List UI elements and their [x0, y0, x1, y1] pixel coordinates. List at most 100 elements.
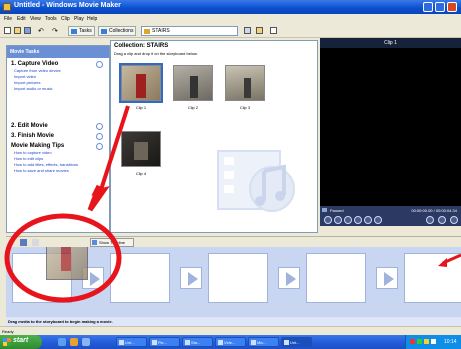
new-project-icon[interactable] — [4, 27, 11, 34]
close-button[interactable] — [447, 2, 457, 12]
clip-label: Clip 1 — [135, 105, 147, 110]
task-icon — [251, 340, 256, 345]
expand-icon[interactable] — [96, 123, 103, 130]
system-tray: 10:14 — [405, 335, 461, 349]
transition-arrow-icon — [384, 272, 394, 286]
menu-tools[interactable]: Tools — [45, 16, 57, 22]
storyboard-slot[interactable] — [404, 253, 461, 303]
windows-taskbar: start Unt... Pic... Sta... Vide... Mic..… — [0, 335, 461, 349]
clock: 10:14 — [444, 339, 457, 345]
finish-movie-section[interactable]: 3. Finish Movie — [7, 130, 109, 140]
set-audio-levels-icon[interactable] — [20, 239, 27, 246]
up-folder-icon[interactable] — [244, 27, 251, 34]
menu-clip[interactable]: Clip — [61, 16, 70, 22]
tasks-button[interactable]: Tasks — [68, 26, 95, 36]
tray-icon[interactable] — [410, 339, 415, 344]
storyboard-slot[interactable] — [306, 253, 366, 303]
finish-movie-title: 3. Finish Movie — [11, 133, 55, 139]
playback-controls — [320, 214, 461, 226]
previous-frame-icon[interactable] — [344, 216, 352, 224]
volume-icon[interactable] — [431, 339, 436, 344]
clip-thumbnail — [225, 65, 265, 101]
movie-maker-icon — [3, 3, 11, 11]
transition-slot[interactable] — [278, 267, 300, 289]
film-reel-watermark-icon — [217, 150, 295, 212]
split-clip-icon[interactable] — [426, 216, 434, 224]
clip-thumbnail — [121, 131, 161, 167]
transition-arrow-icon — [90, 272, 100, 286]
folder-icon — [144, 29, 150, 34]
undo-icon[interactable]: ↶ — [38, 27, 45, 35]
show-timeline-button[interactable]: Show Timeline — [90, 238, 134, 247]
capture-video-links: Capture from video device Import video I… — [7, 68, 109, 92]
taskbar-task[interactable]: Sta... — [182, 337, 213, 347]
clip-item[interactable]: Clip 2 — [173, 65, 213, 110]
save-project-icon[interactable] — [24, 27, 31, 34]
take-picture-icon[interactable] — [438, 216, 446, 224]
taskbar-task[interactable]: Unt... — [116, 337, 147, 347]
transition-slot[interactable] — [376, 267, 398, 289]
new-folder-icon[interactable] — [256, 27, 263, 34]
quick-launch-icon[interactable] — [58, 338, 66, 346]
taskbar-task-label: Unt... — [290, 340, 300, 345]
taskbar-task[interactable]: Pic... — [149, 337, 180, 347]
task-icon — [284, 340, 289, 345]
movie-tips-links: How to capture video How to edit clips H… — [7, 150, 109, 174]
clip-item[interactable]: Clip 1 — [119, 63, 163, 110]
task-link[interactable]: How to save and share movies — [7, 168, 109, 174]
status-bar: Ready — [0, 326, 461, 335]
storyboard[interactable] — [6, 247, 461, 317]
tasks-icon — [71, 29, 77, 34]
minimize-button[interactable] — [423, 2, 433, 12]
quick-launch-icon[interactable] — [70, 338, 78, 346]
menu-file[interactable]: File — [4, 16, 12, 22]
playback-time: 00:00:00.00 / 00:00:04.34 — [411, 208, 457, 213]
clip-thumbnail — [119, 63, 163, 103]
quick-launch-icon[interactable] — [82, 338, 90, 346]
menu-help[interactable]: Help — [87, 16, 97, 22]
storyboard-slot[interactable] — [208, 253, 268, 303]
movie-tips-section[interactable]: Movie Making Tips — [7, 140, 109, 150]
tasks-button-label: Tasks — [79, 28, 92, 34]
collapse-icon[interactable] — [96, 61, 103, 68]
collection-dropdown-value: STAIRS — [152, 28, 170, 34]
start-button[interactable]: start — [0, 335, 42, 349]
menu-view[interactable]: View — [30, 16, 41, 22]
clip-item[interactable]: Clip 3 — [225, 65, 265, 110]
capture-video-section[interactable]: 1. Capture Video — [7, 58, 109, 68]
taskbar-task-active[interactable]: Unt... — [281, 337, 312, 347]
views-icon[interactable] — [270, 27, 277, 34]
next-frame-icon[interactable] — [374, 216, 382, 224]
taskbar-task-label: Mic... — [257, 340, 267, 345]
maximize-button[interactable] — [435, 2, 445, 12]
movie-tasks-pane: Movie Tasks 1. Capture Video Capture fro… — [6, 45, 110, 233]
clip-label: Clip 2 — [187, 105, 199, 110]
tray-icon[interactable] — [417, 339, 422, 344]
expand-icon[interactable] — [96, 133, 103, 140]
taskbar-task[interactable]: Mic... — [248, 337, 279, 347]
task-icon — [218, 340, 223, 345]
transition-slot[interactable] — [180, 267, 202, 289]
narrate-timeline-icon[interactable] — [32, 239, 39, 246]
menu-play[interactable]: Play — [74, 16, 84, 22]
redo-icon[interactable]: ↷ — [52, 27, 59, 35]
stop-icon[interactable] — [334, 216, 342, 224]
tray-icon[interactable] — [424, 339, 429, 344]
rewind-icon[interactable] — [354, 216, 362, 224]
collection-dropdown[interactable]: STAIRS — [141, 26, 238, 36]
clip-item[interactable]: Clip 4 — [121, 131, 161, 176]
playback-status: Paused — [330, 208, 344, 213]
play-icon[interactable] — [324, 216, 332, 224]
storyboard-slot[interactable] — [110, 253, 170, 303]
collections-button[interactable]: Collections — [98, 26, 137, 36]
fullscreen-icon[interactable] — [450, 216, 458, 224]
menu-edit[interactable]: Edit — [17, 16, 26, 22]
taskbar-task[interactable]: Vide... — [215, 337, 246, 347]
edit-movie-title: 2. Edit Movie — [11, 123, 48, 129]
edit-movie-section[interactable]: 2. Edit Movie — [7, 120, 109, 130]
fast-forward-icon[interactable] — [364, 216, 372, 224]
preview-title: Clip 1 — [320, 38, 461, 48]
collections-icon — [101, 29, 107, 34]
collapse-icon[interactable] — [96, 143, 103, 150]
open-project-icon[interactable] — [14, 27, 21, 34]
